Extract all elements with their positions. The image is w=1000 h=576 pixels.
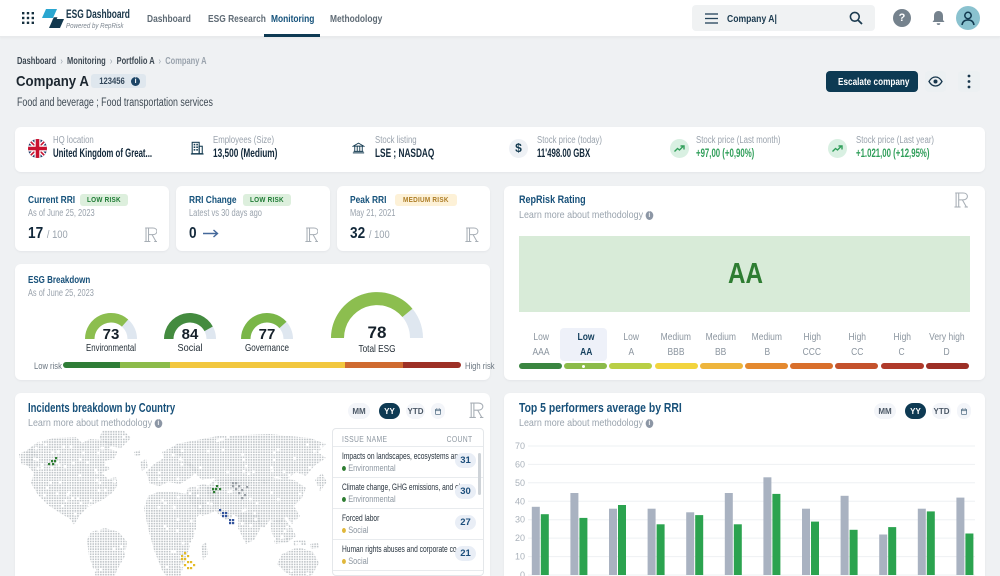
svg-text:10: 10	[515, 552, 525, 562]
svg-text:78: 78	[368, 323, 387, 342]
svg-text:0: 0	[520, 570, 525, 576]
svg-text:70: 70	[515, 441, 525, 451]
svg-text:30: 30	[515, 515, 525, 525]
svg-text:Environmental: Environmental	[86, 342, 136, 354]
svg-text:77: 77	[259, 326, 276, 343]
svg-text:60: 60	[515, 459, 525, 469]
svg-text:40: 40	[515, 496, 525, 506]
svg-text:Governance: Governance	[245, 342, 289, 354]
svg-text:20: 20	[515, 533, 525, 543]
svg-text:73: 73	[103, 326, 120, 343]
svg-text:50: 50	[515, 478, 525, 488]
svg-text:Social: Social	[178, 342, 203, 354]
svg-text:84: 84	[182, 326, 199, 343]
svg-text:Total ESG: Total ESG	[359, 343, 396, 355]
